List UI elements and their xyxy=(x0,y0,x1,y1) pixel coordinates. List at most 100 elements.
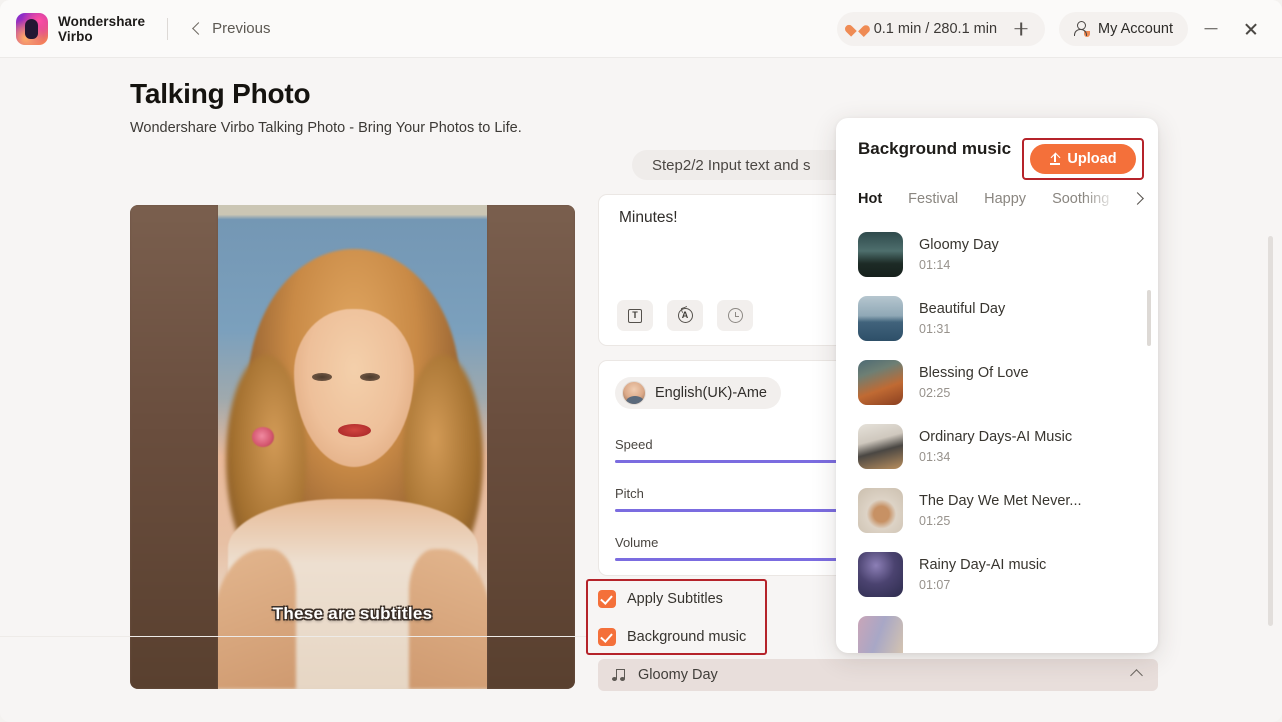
insert-text-icon: T xyxy=(628,308,642,323)
music-note-stems xyxy=(615,669,625,679)
voice-selector[interactable]: English(UK)-Ame xyxy=(615,377,781,409)
photo-preview[interactable]: These are subtitles xyxy=(130,205,575,689)
chevron-up-icon[interactable] xyxy=(1130,668,1143,682)
track-duration: 02:25 xyxy=(919,385,951,400)
left-panel-divider xyxy=(0,636,586,637)
track-name: The Day We Met Never... xyxy=(919,492,1082,509)
track-thumbnail xyxy=(858,423,903,469)
page-scrollbar[interactable] xyxy=(1268,236,1273,626)
list-item[interactable]: Ordinary Days-AI Music 01:34 xyxy=(836,414,1158,478)
list-item[interactable]: Rainy Day-AI music 01:07 xyxy=(836,542,1158,606)
list-item[interactable]: Gloomy Day 01:14 xyxy=(836,222,1158,286)
page-body: Talking Photo Wondershare Virbo Talking … xyxy=(0,58,1282,722)
list-item[interactable]: Beautiful Day 01:31 xyxy=(836,286,1158,350)
track-meta: Gloomy Day 01:14 xyxy=(919,237,1136,272)
account-badge-dot xyxy=(1084,31,1091,37)
tab-soothing[interactable]: Soothing xyxy=(1052,191,1109,207)
pronunciation-icon: A xyxy=(677,308,693,323)
heart-credit-icon xyxy=(850,22,865,36)
previous-label: Previous xyxy=(212,20,271,37)
voice-avatar xyxy=(622,381,646,405)
background-music-checkbox[interactable] xyxy=(598,628,616,646)
track-meta: Beautiful Day 01:31 xyxy=(919,301,1136,336)
track-meta xyxy=(919,636,1136,641)
track-thumbnail xyxy=(858,231,903,277)
bm-list-scrollbar-thumb[interactable] xyxy=(1147,290,1151,346)
track-name: Ordinary Days-AI Music xyxy=(919,428,1073,445)
pause-timing-icon xyxy=(727,308,743,323)
portrait-rose xyxy=(252,427,274,447)
track-meta: The Day We Met Never... 01:25 xyxy=(919,493,1136,528)
background-music-label: Background music xyxy=(627,629,747,645)
track-meta: Rainy Day-AI music 01:07 xyxy=(919,557,1136,592)
user-account-icon xyxy=(1074,20,1091,37)
pronunciation-button[interactable]: A xyxy=(667,300,703,331)
track-name: Blessing Of Love xyxy=(919,364,1029,381)
track-meta: Ordinary Days-AI Music 01:34 xyxy=(919,429,1136,464)
upload-arrow-base xyxy=(1050,163,1060,165)
selected-music-name: Gloomy Day xyxy=(638,667,718,683)
track-name: Rainy Day-AI music xyxy=(919,556,1047,573)
track-name: Beautiful Day xyxy=(919,300,1006,317)
insert-text-button[interactable]: T xyxy=(617,300,653,331)
titlebar-divider xyxy=(167,17,169,40)
virbo-logo-icon xyxy=(16,12,48,45)
previous-button[interactable]: Previous xyxy=(184,15,278,42)
script-toolbar: T A xyxy=(617,300,753,331)
close-icon[interactable] xyxy=(1234,12,1268,46)
my-account-button[interactable]: My Account xyxy=(1059,11,1188,46)
list-item[interactable]: Blessing Of Love 02:25 xyxy=(836,350,1158,414)
brand-line-2: Virbo xyxy=(58,28,93,44)
page-heading: Talking Photo Wondershare Virbo Talking … xyxy=(130,78,522,136)
track-duration: 01:07 xyxy=(919,577,951,592)
track-duration: 01:14 xyxy=(919,257,951,272)
list-item[interactable]: The Day We Met Never... 01:25 xyxy=(836,478,1158,542)
voice-name: English(UK)-Ame xyxy=(655,385,767,401)
tab-hot[interactable]: Hot xyxy=(858,191,882,207)
brand-line-1: Wondershare xyxy=(58,13,146,29)
bm-category-tabs: Hot Festival Happy Soothing xyxy=(836,180,1158,218)
portrait-eye-right xyxy=(360,373,380,381)
portrait-eye-left xyxy=(312,373,332,381)
titlebar: Wondershare Virbo Previous 0.1 min / 280… xyxy=(0,0,1282,58)
track-thumbnail xyxy=(858,295,903,341)
music-note-icon xyxy=(612,668,628,682)
minimize-icon[interactable] xyxy=(1194,12,1228,46)
chevron-left-icon xyxy=(192,22,205,35)
track-thumbnail xyxy=(858,359,903,405)
app-window: Wondershare Virbo Previous 0.1 min / 280… xyxy=(0,0,1282,722)
brand-name: Wondershare Virbo xyxy=(58,14,145,44)
track-duration: 01:34 xyxy=(919,449,951,464)
portrait-lips xyxy=(338,424,371,437)
upload-button[interactable]: Upload xyxy=(1030,144,1136,174)
chevron-right-icon[interactable] xyxy=(1128,189,1148,209)
apply-subtitles-label: Apply Subtitles xyxy=(627,591,723,607)
upload-annotation-box: Upload xyxy=(1022,138,1144,180)
upload-label: Upload xyxy=(1067,151,1117,167)
preview-subtitle-text: These are subtitles xyxy=(272,604,433,623)
apply-subtitles-checkbox[interactable] xyxy=(598,590,616,608)
page-title: Talking Photo xyxy=(130,78,311,109)
track-thumbnail xyxy=(858,551,903,597)
pause-timing-button[interactable] xyxy=(717,300,753,331)
page-subtitle: Wondershare Virbo Talking Photo - Bring … xyxy=(130,120,522,136)
track-duration: 01:31 xyxy=(919,321,951,336)
credits-badge[interactable]: 0.1 min / 280.1 min xyxy=(836,11,1046,46)
upload-arrow-icon xyxy=(1049,153,1060,165)
track-duration: 01:25 xyxy=(919,513,951,528)
tab-happy[interactable]: Happy xyxy=(984,191,1026,207)
background-music-panel: Background music Upload Hot Festival Hap… xyxy=(836,118,1158,653)
add-credits-button[interactable] xyxy=(1010,18,1032,40)
account-label: My Account xyxy=(1098,20,1173,37)
track-thumbnail xyxy=(858,615,903,653)
tab-festival[interactable]: Festival xyxy=(908,191,958,207)
apply-subtitles-option[interactable]: Apply Subtitles xyxy=(598,590,723,608)
bm-track-list[interactable]: Gloomy Day 01:14 Beautiful Day 01:31 Ble… xyxy=(836,222,1158,653)
background-music-option[interactable]: Background music xyxy=(598,628,746,646)
script-text[interactable]: Minutes! xyxy=(619,209,678,227)
list-item[interactable] xyxy=(836,606,1158,653)
track-thumbnail xyxy=(858,487,903,533)
credits-text: 0.1 min / 280.1 min xyxy=(873,20,998,37)
output-options-group: Apply Subtitles Background music xyxy=(586,579,767,655)
selected-music-bar[interactable]: Gloomy Day xyxy=(598,659,1158,691)
